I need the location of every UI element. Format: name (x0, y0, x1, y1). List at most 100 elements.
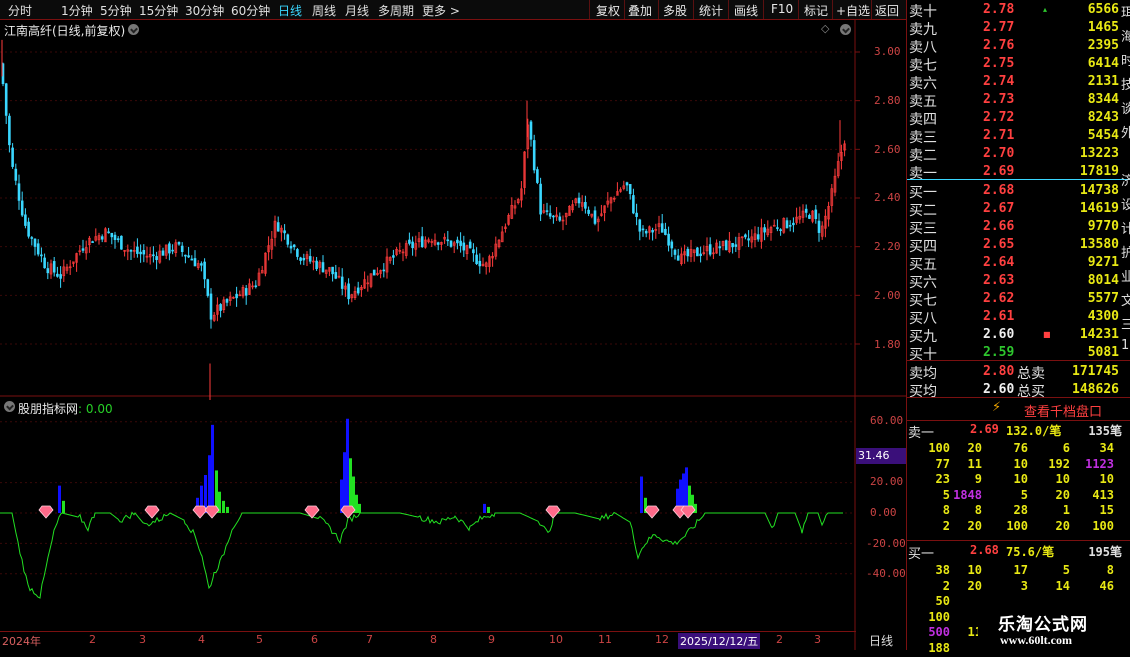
candle-body (363, 279, 366, 289)
candle-body (654, 229, 658, 231)
candle-body (107, 231, 110, 234)
chevron-down-icon[interactable] (128, 24, 139, 35)
ask-level-row[interactable]: 卖三 2.71 5454 (907, 126, 1119, 146)
bid-level-row[interactable]: 买九 2.60 14231 ■ (907, 325, 1119, 345)
ask-level-row[interactable]: 卖七 2.75 6414 (907, 54, 1119, 74)
candle-body (174, 242, 178, 254)
indicator-menu-icon[interactable] (4, 401, 15, 412)
time-tick: 3 (814, 633, 821, 646)
candle-body (772, 224, 776, 227)
candle-body (91, 241, 94, 243)
candle-body (366, 282, 370, 285)
tab-1min[interactable]: 1分钟 (61, 2, 93, 19)
queue-order: 1123 (1085, 456, 1114, 471)
period-label[interactable]: 日线 (856, 632, 906, 649)
candle-body (603, 205, 606, 213)
candle-body (388, 257, 392, 261)
candle-body (785, 220, 789, 229)
candle-body (609, 197, 613, 204)
candle-body (353, 291, 357, 298)
bid-level-row[interactable]: 买六 2.63 8014 (907, 271, 1119, 291)
queue-order: 100 (1006, 518, 1028, 533)
candle-body (129, 250, 133, 252)
candle-body (46, 268, 50, 274)
ask-level-row[interactable]: 卖六 2.74 2131 (907, 72, 1119, 92)
indicator-title[interactable]: 股朋指标网: 0.00 (18, 400, 113, 417)
tab-30min[interactable]: 30分钟 (185, 2, 224, 19)
bid-level-row[interactable]: 买十 2.59 5081 (907, 343, 1119, 363)
candle-body (379, 270, 382, 274)
tab-intraday[interactable]: 分时 (8, 2, 32, 19)
bid-level-row[interactable]: 买五 2.64 9271 (907, 253, 1119, 273)
f10-button[interactable]: F10 (771, 2, 793, 16)
time-tick: 2024年 (2, 635, 41, 648)
candle-body (299, 257, 302, 261)
tab-monthly[interactable]: 月线 (345, 2, 369, 19)
add-watchlist-button[interactable]: +自选 (836, 2, 870, 19)
candle-body (177, 241, 181, 245)
multi-stock-button[interactable]: 多股 (663, 2, 687, 19)
candle-body (56, 273, 59, 277)
depth-link[interactable]: 查看千档盘口 (1024, 401, 1102, 420)
queue-order: 5 (942, 487, 950, 502)
candle-body (718, 246, 722, 249)
bid-level-row[interactable]: 买七 2.62 5577 (907, 289, 1119, 309)
price-tick: 2.60 (874, 143, 901, 156)
indicator-bar (340, 479, 343, 513)
queue-order: 8 (942, 503, 950, 517)
back-button[interactable]: 返回 (875, 2, 899, 19)
depth-link-bar[interactable]: ⚡ 查看千档盘口 (906, 397, 1130, 421)
bid-level-row[interactable]: 买八 2.61 4300 (907, 307, 1119, 327)
candle-body (452, 242, 456, 246)
candle-body (372, 269, 376, 276)
diamond-signal-icon (144, 505, 160, 519)
tab-15min[interactable]: 15分钟 (139, 2, 178, 19)
tab-daily[interactable]: 日线 (278, 2, 302, 19)
ask-level-row[interactable]: 卖九 2.77 1465 (907, 18, 1119, 38)
tab-weekly[interactable]: 周线 (312, 2, 336, 19)
level-price: 2.69 (983, 164, 1015, 179)
price-tick: 2.00 (874, 289, 901, 302)
diamond-signal-icon (38, 505, 54, 519)
tab-more[interactable]: 更多 > (422, 2, 460, 19)
bid-level-row[interactable]: 买二 2.67 14619 (907, 199, 1119, 219)
candle-body (161, 250, 165, 256)
stats-button[interactable]: 统计 (699, 2, 723, 19)
bid-level-row[interactable]: 买三 2.66 9770 (907, 217, 1119, 237)
candle-body (385, 256, 389, 273)
candle-body (484, 262, 488, 267)
candle-body (769, 227, 773, 233)
ask-level-row[interactable]: 卖一 2.69 17819 (907, 162, 1119, 182)
indicator-tick: 0.00 (870, 506, 897, 519)
candle-body (424, 239, 427, 248)
overlay-button[interactable]: 叠加 (628, 2, 652, 19)
ask-level-row[interactable]: 卖五 2.73 8344 (907, 90, 1119, 110)
candle-body (824, 215, 827, 229)
ask-level-row[interactable]: 卖四 2.72 8243 (907, 108, 1119, 128)
truncated-char: 珥 (1121, 6, 1130, 21)
ask-level-row[interactable]: 卖十 2.78 6566 ▴ (907, 0, 1119, 20)
candle-body (222, 299, 226, 311)
candle-body (475, 254, 478, 265)
diamond-icon[interactable]: ◇ (821, 22, 829, 35)
kline-chart[interactable] (0, 0, 906, 650)
ask-level-row[interactable]: 卖二 2.70 13223 (907, 144, 1119, 164)
adjust-button[interactable]: 复权 (596, 2, 620, 19)
candle-body (219, 304, 222, 311)
candle-body (411, 241, 414, 249)
mark-button[interactable]: 标记 (804, 2, 828, 19)
bid-level-row[interactable]: 买四 2.65 13580 (907, 235, 1119, 255)
candle-body (539, 183, 542, 215)
ask-level-row[interactable]: 卖八 2.76 2395 (907, 36, 1119, 56)
truncated-char: 外 (1121, 126, 1130, 141)
candle-body (36, 243, 40, 255)
draw-button[interactable]: 画线 (734, 2, 758, 19)
tab-multi-period[interactable]: 多周期 (378, 2, 414, 19)
tab-5min[interactable]: 5分钟 (100, 2, 132, 19)
level-volume: 9770 (1087, 219, 1119, 234)
tab-60min[interactable]: 60分钟 (231, 2, 270, 19)
bid-level-row[interactable]: 买一 2.68 14738 (907, 181, 1119, 201)
settings-chevron-icon[interactable] (840, 24, 851, 35)
candle-body (596, 218, 600, 223)
candle-body (244, 288, 248, 296)
